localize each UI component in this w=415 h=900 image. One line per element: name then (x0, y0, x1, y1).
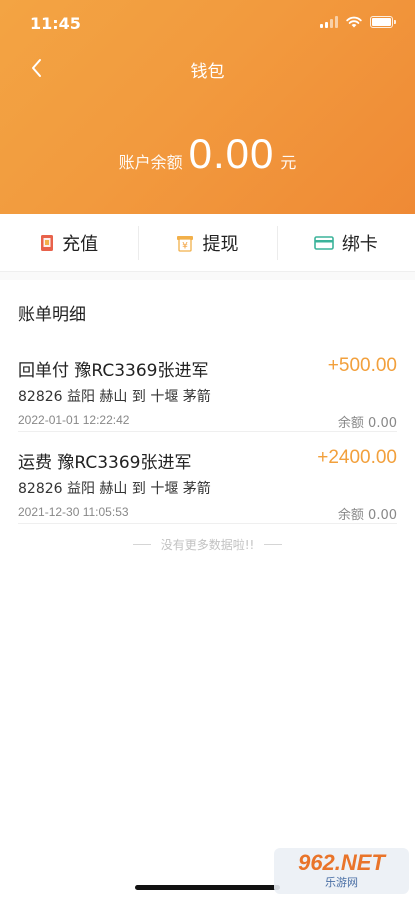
withdraw-button[interactable]: ¥ 提现 (138, 214, 276, 271)
transaction-balance: 余额 0.00 (337, 416, 397, 431)
transaction-amount: +500.00 (327, 355, 397, 376)
transaction-time: 2021-12-30 11:05:53 (18, 505, 129, 519)
withdraw-icon: ¥ (177, 235, 194, 252)
balance-unit: 元 (280, 153, 297, 172)
recharge-label: 充值 (62, 233, 99, 255)
divider-line (132, 544, 151, 545)
transaction-amount: +2400.00 (317, 447, 397, 468)
transaction-item[interactable]: 回单付 豫RC3369张进军 +500.00 82826 益阳 赫山 到 十堰 … (18, 340, 397, 432)
watermark-top: 962.NET (298, 850, 385, 875)
svg-text:¥: ¥ (183, 241, 189, 251)
page-title: 钱包 (190, 62, 225, 82)
balance-value: 0.00 (188, 130, 275, 177)
bind-card-button[interactable]: 绑卡 (276, 214, 415, 271)
transaction-route: 82826 益阳 赫山 到 十堰 茅箭 (18, 389, 211, 405)
home-indicator[interactable] (135, 885, 280, 890)
transaction-balance: 余额 0.00 (337, 508, 397, 523)
no-more-text: 没有更多数据啦!! (160, 538, 255, 552)
transaction-title: 运费 豫RC3369张进军 (18, 453, 192, 473)
recharge-icon (41, 234, 54, 251)
status-icons (320, 16, 396, 28)
transaction-time: 2022-01-01 12:22:42 (18, 413, 130, 427)
wifi-icon (346, 16, 362, 28)
balance-label: 账户余额 (118, 153, 183, 172)
transaction-title: 回单付 豫RC3369张进军 (18, 361, 209, 381)
section-divider (0, 272, 415, 280)
status-time: 11:45 (30, 14, 81, 33)
card-icon (314, 235, 334, 250)
transaction-list: 回单付 豫RC3369张进军 +500.00 82826 益阳 赫山 到 十堰 … (0, 340, 415, 524)
balance-row: 账户余额 0.00 元 (0, 130, 415, 178)
status-bar: 11:45 (0, 0, 415, 46)
watermark-bottom: 乐游网 (325, 877, 358, 889)
section-title: 账单明细 (18, 305, 86, 325)
transaction-item[interactable]: 运费 豫RC3369张进军 +2400.00 82826 益阳 赫山 到 十堰 … (18, 432, 397, 524)
watermark-logo: 962.NET 乐游网 (274, 848, 409, 894)
withdraw-label: 提现 (202, 233, 239, 255)
battery-icon (370, 16, 396, 28)
no-more-data: 没有更多数据啦!! (0, 536, 415, 553)
signal-icon (320, 16, 338, 28)
transaction-route: 82826 益阳 赫山 到 十堰 茅箭 (18, 481, 211, 497)
wallet-header: 11:45 钱包 账户余额 0.00 元 (0, 0, 415, 214)
bind-card-label: 绑卡 (341, 233, 378, 255)
wallet-actions: 充值 ¥ 提现 绑卡 (0, 214, 415, 272)
recharge-button[interactable]: 充值 (0, 214, 138, 271)
divider-line (264, 544, 283, 545)
